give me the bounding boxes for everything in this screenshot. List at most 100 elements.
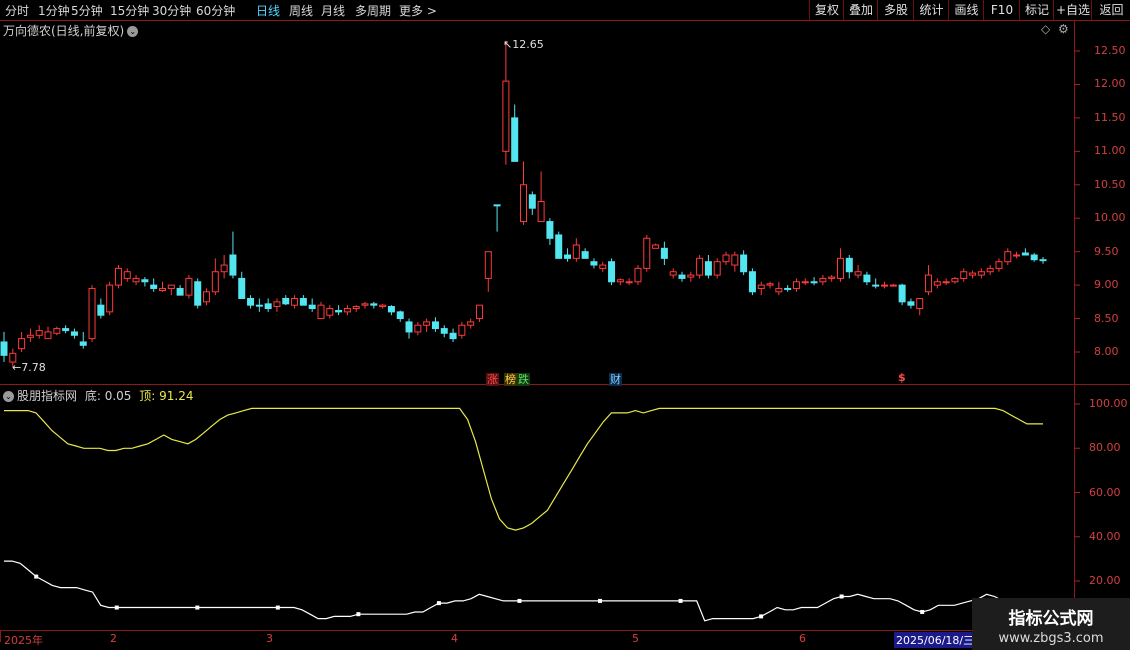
candle xyxy=(255,298,263,312)
high-price-label: ↖12.65 xyxy=(503,38,544,51)
candle-body xyxy=(220,264,228,273)
candle xyxy=(317,301,325,320)
candle-body xyxy=(748,271,756,293)
candle-body xyxy=(819,277,827,283)
event-marker-list[interactable]: 榜跌 xyxy=(504,371,530,387)
candle-body xyxy=(326,308,334,316)
candle xyxy=(969,270,977,279)
x-tick xyxy=(0,630,2,642)
candle xyxy=(731,251,739,272)
candle xyxy=(1039,257,1047,264)
candle xyxy=(0,331,8,363)
candle xyxy=(845,255,853,279)
candle-body xyxy=(872,284,880,287)
candle-body xyxy=(141,279,149,283)
candle xyxy=(678,271,686,282)
candle-body xyxy=(687,274,695,278)
candle xyxy=(1004,248,1012,266)
candle xyxy=(792,278,800,292)
candle-body xyxy=(291,297,299,306)
candle-body xyxy=(599,264,607,269)
candle-body xyxy=(106,284,114,313)
candle-body xyxy=(634,267,642,283)
indicator-dot xyxy=(839,594,844,599)
candle xyxy=(572,238,580,262)
candle-body xyxy=(863,274,871,283)
candle xyxy=(194,278,202,309)
candle-body xyxy=(511,117,519,162)
event-marker-dollar[interactable]: $ xyxy=(898,371,906,384)
candle-body xyxy=(555,234,563,259)
candle xyxy=(335,305,343,316)
candle xyxy=(35,325,43,339)
x-label-mar: 3 xyxy=(266,632,273,645)
candle xyxy=(291,295,299,309)
candle-body xyxy=(247,297,255,306)
candle-body xyxy=(643,237,651,269)
candle-body xyxy=(1013,254,1021,257)
candle-body xyxy=(889,284,897,287)
candle xyxy=(423,318,431,332)
candle-body xyxy=(678,274,686,279)
candle xyxy=(220,255,228,279)
candle-body xyxy=(925,274,933,293)
low-price-label: ←7.78 xyxy=(12,361,46,374)
candle-body xyxy=(255,304,263,307)
candle xyxy=(1030,253,1038,262)
candle-body xyxy=(308,304,316,310)
candle-body xyxy=(564,254,572,259)
candle xyxy=(528,191,536,215)
candle-body xyxy=(370,303,378,306)
candle xyxy=(625,278,633,286)
indicator-dot xyxy=(114,605,119,610)
event-marker-limit-up[interactable]: 涨 xyxy=(486,371,499,387)
candle-body xyxy=(62,328,70,332)
candle xyxy=(343,305,351,316)
candle xyxy=(740,250,748,276)
indicator-top-line xyxy=(4,407,1043,531)
event-marker-finance[interactable]: 财 xyxy=(609,371,622,387)
candle xyxy=(960,268,968,282)
candle xyxy=(106,281,114,316)
candle xyxy=(502,40,510,165)
candle xyxy=(247,295,255,309)
candle-body xyxy=(977,271,985,276)
candle xyxy=(299,295,307,306)
candle xyxy=(70,328,78,339)
watermark-url: www.zbgs3.com xyxy=(998,631,1104,646)
candle xyxy=(361,301,369,309)
candle xyxy=(238,271,246,299)
watermark-title: 指标公式网 xyxy=(1008,609,1094,629)
candle xyxy=(933,278,941,289)
indicator-dot xyxy=(195,605,200,610)
candle-body xyxy=(158,287,166,291)
candle xyxy=(748,268,756,296)
candle-body xyxy=(167,284,175,289)
indicator-dot xyxy=(34,574,39,579)
candle xyxy=(396,310,404,322)
candle-body xyxy=(898,284,906,303)
candle-body xyxy=(493,204,501,207)
candle-body xyxy=(405,321,413,333)
candle xyxy=(704,255,712,279)
candle-body xyxy=(916,297,924,310)
candle-body xyxy=(1004,251,1012,263)
candle-body xyxy=(449,332,457,340)
candle xyxy=(687,271,695,282)
candle-body xyxy=(520,184,527,223)
candle xyxy=(925,265,933,296)
candle-body xyxy=(537,201,545,223)
candle xyxy=(511,104,519,162)
candle-body xyxy=(185,277,193,296)
candle xyxy=(863,271,871,286)
candle-body xyxy=(933,281,941,286)
candle-body xyxy=(704,261,712,276)
candle-body xyxy=(414,324,422,333)
candle-body xyxy=(352,306,360,310)
indicator-dot xyxy=(275,605,280,610)
candle xyxy=(854,265,862,279)
candle-body xyxy=(528,194,536,209)
candle-body xyxy=(881,284,889,287)
candle xyxy=(114,265,122,289)
candle xyxy=(44,326,52,340)
